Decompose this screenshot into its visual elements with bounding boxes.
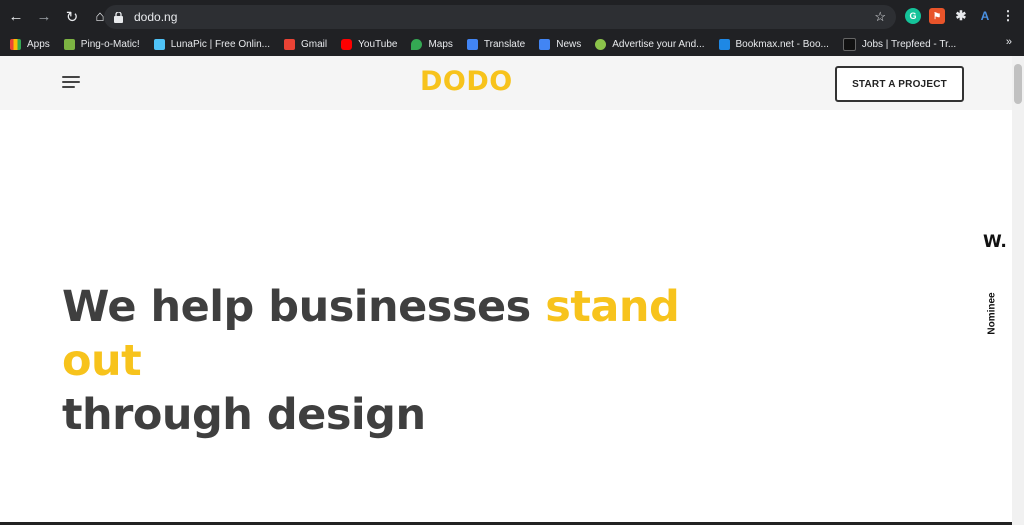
bookmark-gmail[interactable]: Gmail [284,38,328,50]
bookmark-label: LunaPic | Free Onlin... [170,38,271,50]
bookmax-icon [718,38,730,50]
bookmark-label: Ping-o-Matic! [80,38,140,50]
bookmark-label: Gmail [301,38,328,50]
scrollbar-thumb[interactable] [1014,64,1022,104]
apps-grid-icon [10,38,21,50]
bookmark-label: Translate [483,38,526,50]
reload-icon[interactable]: ↻ [60,5,84,29]
address-bar[interactable]: dodo.ng ☆ [104,5,896,29]
bookmark-label: News [556,38,582,50]
lunapic-icon [153,38,165,50]
youtube-icon [341,38,353,50]
bookmark-label: Bookmax.net - Boo... [735,38,829,50]
back-icon[interactable]: ← [4,5,28,29]
url-text: dodo.ng [134,10,178,24]
maps-pin-icon [411,38,423,50]
start-project-button[interactable]: START A PROJECT [835,66,964,102]
hero-text-part1: We help businesses [62,282,546,332]
hero-headline: We help businesses stand out through des… [62,280,762,442]
bookmark-maps[interactable]: Maps [411,38,453,50]
bookmark-news[interactable]: News [539,38,582,50]
site-logo[interactable]: DODO [420,66,513,97]
bookmarks-overflow-icon[interactable]: » [1006,36,1012,48]
pingomatic-icon [63,38,75,50]
trepfeed-icon [842,37,856,51]
bookmark-label: Maps [428,38,453,50]
bookmark-lunapic[interactable]: LunaPic | Free Onlin... [153,38,271,50]
awwwards-badge[interactable]: W. [983,232,1007,252]
translate-icon [466,38,478,50]
gmail-icon [284,38,296,50]
bookmarks-bar: Apps Ping-o-Matic! LunaPic | Free Onlin.… [0,33,1024,55]
news-icon [539,38,551,50]
bookmark-star-icon[interactable]: ☆ [874,9,886,25]
bookmark-pingomatic[interactable]: Ping-o-Matic! [63,38,140,50]
lock-icon [114,11,124,23]
kebab-menu-icon[interactable]: ⋮ [1000,8,1016,24]
nominee-label[interactable]: Nominee [987,284,998,344]
android-icon [595,38,607,50]
hero-text-part2: through design [62,390,426,440]
bookmark-label: YouTube [358,38,398,50]
bookmark-advertise[interactable]: Advertise your And... [595,38,705,50]
extension-icon[interactable]: ⚑ [929,8,945,24]
site-header: DODO START A PROJECT [0,56,1012,110]
bookmark-youtube[interactable]: YouTube [341,38,398,50]
bookmark-trepfeed[interactable]: Jobs | Trepfeed - Tr... [842,37,957,51]
bookmark-label: Apps [27,38,50,50]
browser-chrome: ← → ↻ ⌂ dodo.ng ☆ G ⚑ ✱ A ⋮ Apps Ping-o-… [0,0,1024,56]
page-scrollbar[interactable] [1012,56,1024,525]
hamburger-menu-icon[interactable] [62,76,80,88]
bookmark-label: Jobs | Trepfeed - Tr... [861,38,957,50]
bookmark-bookmax[interactable]: Bookmax.net - Boo... [718,38,829,50]
bookmark-apps[interactable]: Apps [10,38,50,50]
grammarly-extension-icon[interactable]: G [905,8,921,24]
puzzle-extensions-icon[interactable]: ✱ [953,8,969,24]
bookmark-translate[interactable]: Translate [466,38,526,50]
bookmark-label: Advertise your And... [612,38,705,50]
profile-extension-icon[interactable]: A [977,8,993,24]
forward-icon[interactable]: → [32,5,56,29]
